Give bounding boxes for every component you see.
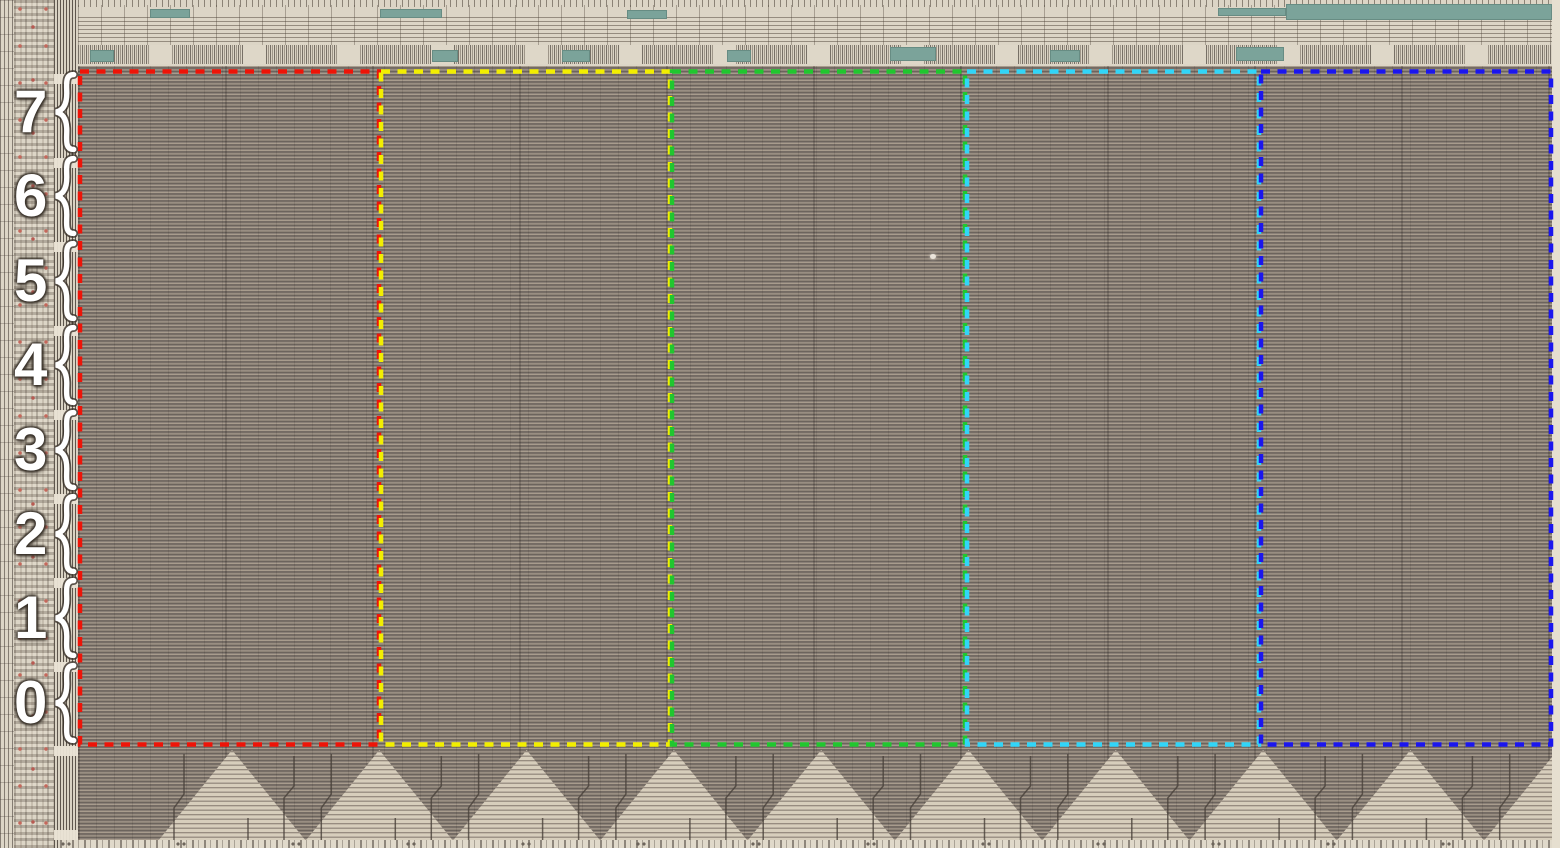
sense-amp-triangle <box>1483 757 1552 841</box>
triangle-group <box>158 750 1552 841</box>
metal-teal-patch <box>432 50 458 62</box>
metal-teal-patch <box>380 9 442 18</box>
metal-teal-patch <box>1236 47 1284 61</box>
die-right-margin <box>1552 0 1560 848</box>
memory-array <box>78 66 1552 748</box>
left-bus-lines <box>0 0 14 848</box>
metal-teal-patch <box>1218 8 1286 16</box>
metal-teal-patch <box>890 47 936 61</box>
left-wordline-bus <box>54 0 78 848</box>
left-logic-cells <box>14 0 54 848</box>
metal-teal-patch <box>627 10 667 19</box>
top-edge-circuitry <box>78 0 1552 66</box>
metal-teal-patch <box>562 50 590 62</box>
dust-speck <box>930 254 936 259</box>
metal-teal-patch <box>727 50 751 62</box>
metal-teal-patch <box>150 9 190 18</box>
sense-amp-region <box>78 748 1552 841</box>
metal-teal-patch <box>90 50 114 62</box>
metal-teal-patch <box>1286 4 1552 20</box>
bottom-pad-row <box>60 840 1560 848</box>
die-photo: 76543210 <box>0 0 1560 848</box>
sense-amp-triangles <box>158 750 1552 841</box>
metal-teal-patch <box>1050 50 1080 62</box>
left-edge-circuitry <box>0 0 78 848</box>
